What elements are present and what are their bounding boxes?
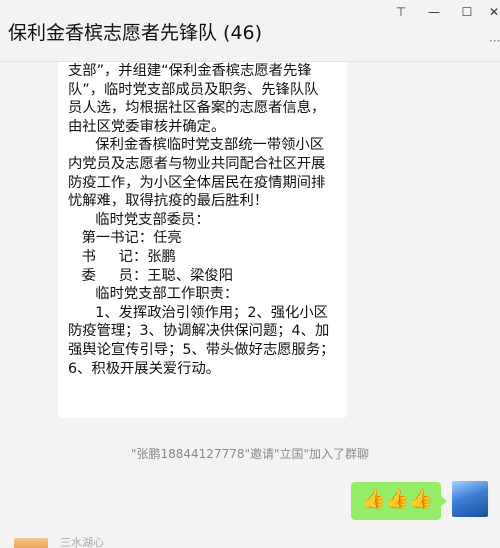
close-icon[interactable]: ✕ (485, 4, 500, 20)
message-line: 委 员：王聪、梁俊阳 (68, 267, 234, 284)
avatar[interactable] (452, 481, 488, 517)
thumbs-up-message: 👍👍👍 (362, 488, 433, 510)
announcement-message: 支部”，并组建“保利金香槟志愿者先锋 队”，临时党支部成员及职务、先锋队队 员人选，… (68, 62, 348, 378)
message-line: 第一书记：任亮 (68, 230, 182, 247)
message-line: 队”，临时党支部成员及职务、先锋队队 (68, 81, 319, 98)
message-line: 临时党支部工作职责： (68, 286, 239, 303)
message-line: 员人选，均根据社区备案的志愿者信息， (68, 100, 326, 117)
maximize-icon[interactable]: ☐ (458, 4, 476, 20)
title-bar: 保利金香槟志愿者先锋队 (46) ⊤ — ☐ ✕ ··· (0, 0, 500, 62)
sender-name: 三水湖心 (60, 536, 104, 548)
pin-icon[interactable]: ⊤ (392, 4, 410, 20)
message-line: 6、积极开展关爱行动。 (68, 360, 221, 377)
message-line: 临时党支部委员： (68, 211, 210, 228)
message-line: 忧解难，取得抗疫的最后胜利！ (68, 193, 269, 210)
chat-area[interactable]: 支部”，并组建“保利金香槟志愿者先锋 队”，临时党支部成员及职务、先锋队队 员人选，… (0, 62, 500, 548)
message-line: 防疫管理；3、协调解决供保问题；4、加 (68, 323, 330, 340)
message-line: 书 记：张鹏 (68, 248, 176, 265)
minimize-icon[interactable]: — (425, 4, 443, 20)
message-line: 内党员及志愿者与物业共同配合社区开展 (68, 155, 326, 172)
system-notice: "张鹏18844127778"邀请"立国"加入了群聊 (130, 447, 370, 461)
message-line: 1、发挥政治引领作用；2、强化小区 (68, 304, 328, 321)
message-line: 保利金香槟临时党支部统一带领小区 (68, 137, 325, 154)
message-line: 支部”，并组建“保利金香槟志愿者先锋 (68, 63, 312, 79)
avatar[interactable] (14, 538, 48, 548)
message-line: 由社区党委审核并确定。 (68, 118, 226, 135)
chat-title: 保利金香槟志愿者先锋队 (46) (8, 22, 263, 44)
message-line: 强舆论宣传引导；5、带头做好志愿服务； (68, 341, 335, 358)
more-options-icon[interactable]: ··· (489, 34, 500, 48)
message-line: 防疫工作，为小区全体居民在疫情期间排 (68, 174, 326, 191)
